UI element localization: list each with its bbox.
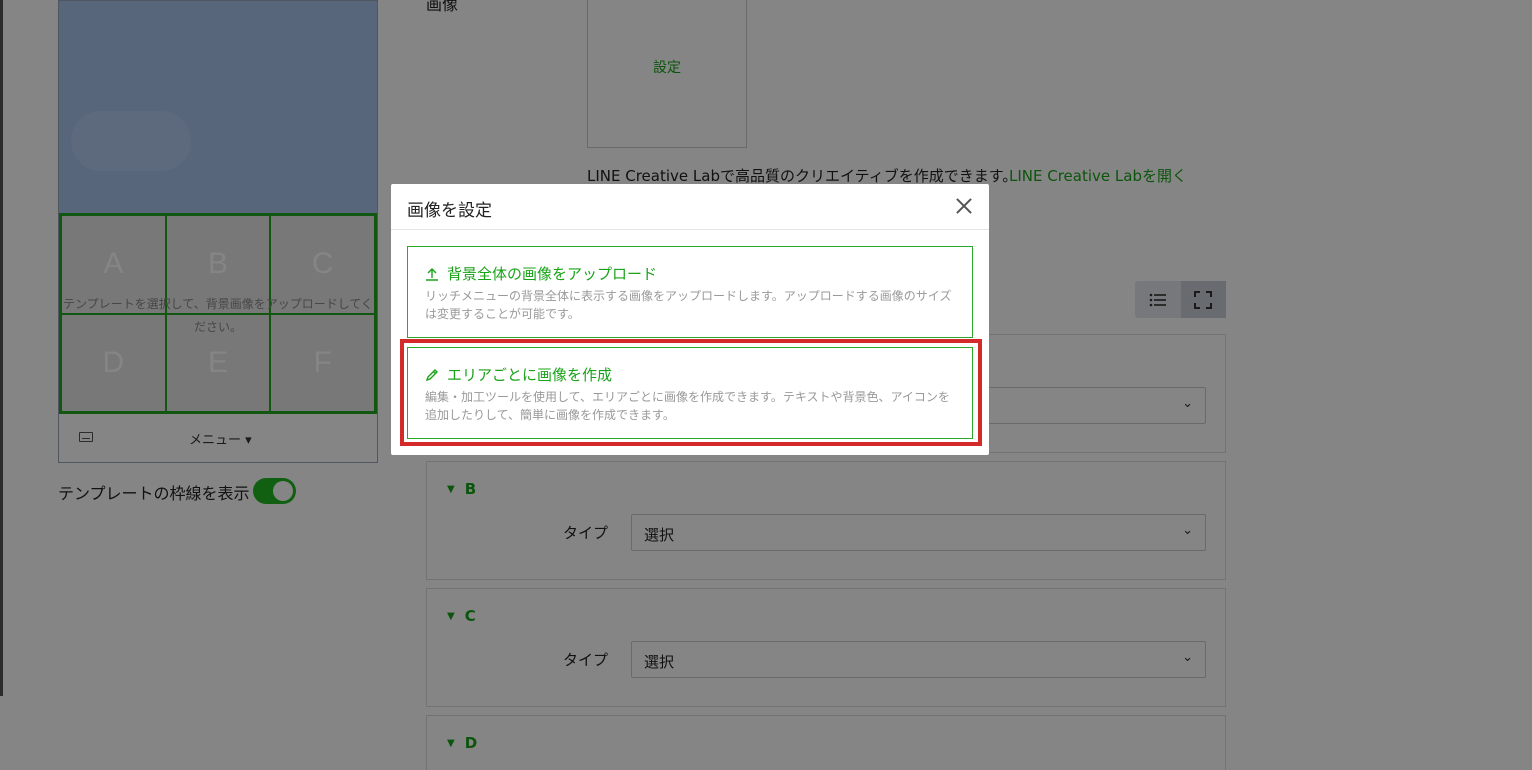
option-title: 背景全体の画像をアップロード bbox=[447, 265, 658, 283]
modal-title: 画像を設定 bbox=[407, 201, 492, 221]
upload-background-option[interactable]: 背景全体の画像をアップロード リッチメニューの背景全体に表示する画像をアップロー… bbox=[407, 246, 973, 338]
highlight-annotation bbox=[400, 339, 982, 446]
option-description: リッチメニューの背景全体に表示する画像をアップロードします。アップロードする画像… bbox=[425, 289, 952, 321]
modal-header: 画像を設定 bbox=[391, 184, 989, 230]
close-icon[interactable] bbox=[955, 197, 973, 215]
upload-icon bbox=[426, 267, 438, 281]
